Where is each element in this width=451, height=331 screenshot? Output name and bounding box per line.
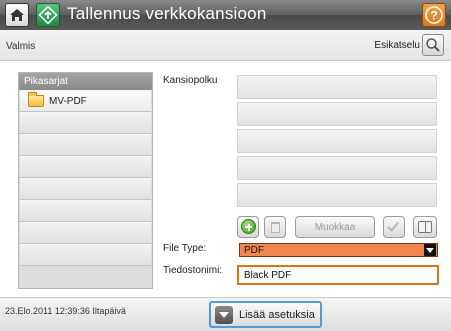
- folder-toolbar: Muokkaa: [237, 216, 439, 238]
- add-icon: [241, 219, 256, 234]
- folder-icon: [28, 92, 44, 107]
- quickset-item-mv-pdf[interactable]: MV-PDF: [20, 90, 151, 112]
- address-book-button[interactable]: [413, 216, 437, 238]
- list-item[interactable]: [20, 244, 151, 266]
- save-to-folder-icon: [36, 3, 60, 27]
- list-item[interactable]: [20, 134, 151, 156]
- folder-path-label: Kansiopolku: [163, 75, 218, 86]
- checkmark-icon: [387, 219, 399, 232]
- help-button[interactable]: ?: [422, 3, 446, 27]
- footer-bar: 23.Elo.2011 12:39:36 Iltapäivä Lisää ase…: [0, 297, 451, 331]
- preview-label: Esikatselu: [374, 39, 420, 51]
- file-type-value: PDF: [244, 244, 264, 256]
- chevron-down-icon: [424, 244, 436, 256]
- main-panel: Pikasarjat MV-PDF Kansiopolku Muokkaa Fi…: [0, 61, 451, 297]
- status-text: Valmis: [6, 41, 36, 52]
- file-name-label: Tiedostonimi:: [163, 265, 223, 276]
- page-title: Tallennus verkkokansioon: [67, 4, 267, 23]
- list-item[interactable]: [20, 178, 151, 200]
- file-type-label: File Type:: [163, 243, 207, 254]
- list-item[interactable]: [20, 222, 151, 244]
- edit-label: Muokkaa: [314, 221, 356, 233]
- quicksets-header: Pikasarjat: [19, 73, 152, 90]
- list-item[interactable]: [20, 112, 151, 134]
- svg-text:?: ?: [430, 9, 437, 23]
- file-type-select[interactable]: PDF: [239, 243, 438, 257]
- folder-path-row[interactable]: [237, 75, 437, 99]
- quicksets-list: Pikasarjat MV-PDF: [18, 72, 153, 289]
- folder-path-row[interactable]: [237, 156, 437, 180]
- help-icon: ?: [425, 6, 443, 24]
- add-folder-button[interactable]: [237, 216, 259, 238]
- magnifier-icon: [422, 34, 444, 56]
- list-item[interactable]: [20, 200, 151, 222]
- home-icon: [10, 9, 24, 21]
- folder-path-row[interactable]: [237, 129, 437, 153]
- confirm-button[interactable]: [383, 216, 405, 238]
- quickset-label: MV-PDF: [49, 95, 87, 107]
- folder-path-row[interactable]: [237, 183, 437, 207]
- more-options-button[interactable]: Lisää asetuksia: [209, 301, 322, 328]
- more-options-label: Lisää asetuksia: [239, 308, 315, 321]
- folder-path-list: [237, 75, 437, 210]
- folder-path-row[interactable]: [237, 102, 437, 126]
- home-button[interactable]: [5, 3, 29, 27]
- delete-button[interactable]: [264, 216, 286, 238]
- file-name-input[interactable]: [237, 265, 439, 285]
- datetime-text: 23.Elo.2011 12:39:36 Iltapäivä: [5, 306, 126, 316]
- edit-button[interactable]: Muokkaa: [295, 216, 375, 238]
- trash-icon: [271, 222, 280, 233]
- address-book-icon: [418, 221, 432, 233]
- status-bar: Valmis Esikatselu: [0, 30, 451, 61]
- chevron-down-icon: [215, 305, 233, 324]
- title-bar: Tallennus verkkokansioon ?: [0, 0, 451, 30]
- preview-button[interactable]: Esikatselu: [374, 34, 444, 56]
- list-item[interactable]: [20, 156, 151, 178]
